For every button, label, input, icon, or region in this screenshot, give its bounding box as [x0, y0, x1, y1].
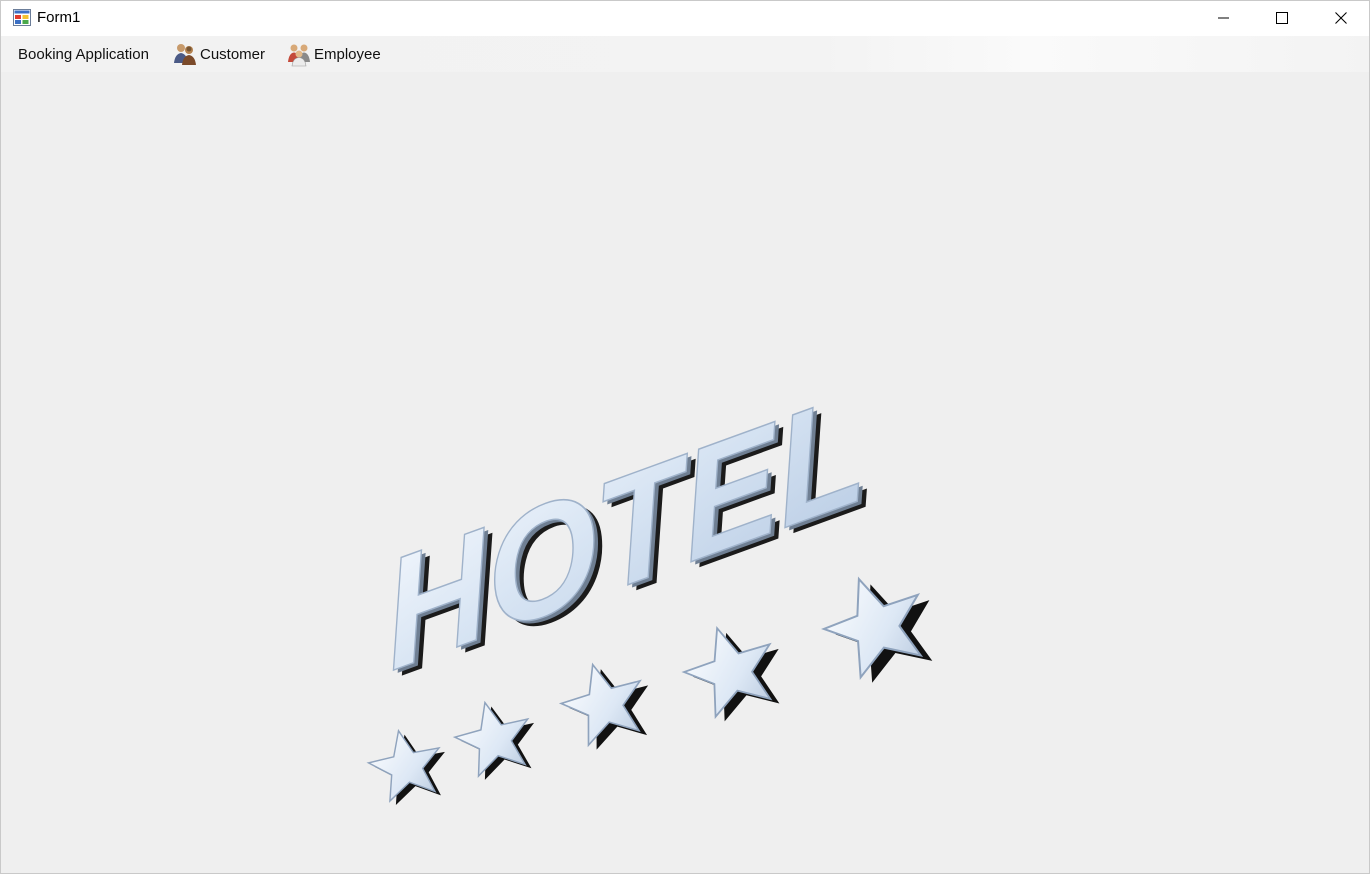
star-1: [366, 728, 445, 805]
menu-strip: Booking Application Customer Employee: [1, 36, 1369, 72]
close-icon: [1335, 12, 1347, 24]
employees-icon: [288, 44, 310, 67]
window-title: Form1: [37, 9, 81, 26]
minimize-button[interactable]: [1195, 1, 1253, 35]
star-5: [821, 576, 933, 683]
svg-text:HOTEL: HOTEL: [376, 371, 872, 704]
menu-customer-label: Customer: [200, 45, 266, 63]
menu-customer[interactable]: Customer: [167, 40, 270, 68]
menu-employee-label: Employee: [314, 45, 381, 63]
maximize-icon: [1276, 12, 1288, 24]
star-4: [681, 625, 780, 722]
app-icon: [13, 9, 31, 26]
menu-booking-application-label: Booking Application: [18, 45, 149, 63]
close-button[interactable]: [1312, 1, 1370, 35]
customers-icon: [174, 44, 196, 65]
menu-booking-application[interactable]: Booking Application: [13, 40, 154, 68]
title-bar[interactable]: Form1: [1, 1, 1369, 36]
main-window: Form1 Booking Application Customer Emplo…: [0, 0, 1370, 874]
hotel-sign-image: HOTEL HOTEL HOTEL: [366, 371, 933, 805]
hotel-word: HOTEL HOTEL HOTEL: [376, 371, 881, 710]
menu-employee[interactable]: Employee: [281, 40, 386, 68]
star-3: [558, 662, 649, 750]
minimize-icon: [1218, 17, 1229, 19]
maximize-button[interactable]: [1253, 1, 1311, 35]
star-2: [452, 700, 535, 780]
